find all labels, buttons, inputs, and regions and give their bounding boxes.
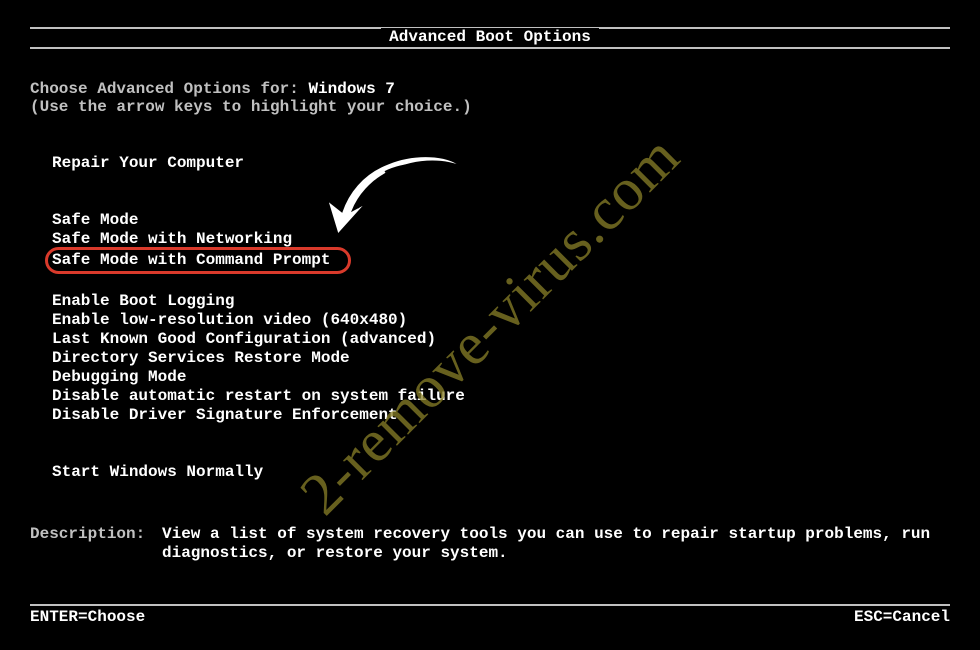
content-area: Choose Advanced Options for: Windows 7 (…: [30, 80, 950, 482]
description-block: Description: View a list of system recov…: [30, 525, 950, 563]
os-name: Windows 7: [308, 80, 394, 98]
menu-item-ds-restore[interactable]: Directory Services Restore Mode: [52, 349, 950, 368]
description-text: View a list of system recovery tools you…: [162, 525, 950, 563]
menu-item-low-res[interactable]: Enable low-resolution video (640x480): [52, 311, 950, 330]
menu-item-start-normally[interactable]: Start Windows Normally: [52, 463, 950, 482]
menu-item-repair[interactable]: Repair Your Computer: [52, 154, 950, 173]
menu-item-safe-mode-cmd-highlighted[interactable]: Safe Mode with Command Prompt: [52, 249, 950, 272]
menu-item-safe-mode-cmd[interactable]: Safe Mode with Command Prompt: [45, 247, 351, 274]
title-bar: Advanced Boot Options: [30, 27, 950, 49]
page-title: Advanced Boot Options: [381, 28, 599, 46]
description-label: Description:: [30, 525, 162, 563]
choose-prefix: Choose Advanced Options for:: [30, 80, 308, 98]
boot-menu: Repair Your Computer Safe Mode Safe Mode…: [52, 154, 950, 482]
menu-item-debugging[interactable]: Debugging Mode: [52, 368, 950, 387]
choose-line: Choose Advanced Options for: Windows 7: [30, 80, 950, 98]
footer-enter: ENTER=Choose: [30, 608, 145, 626]
footer-esc: ESC=Cancel: [854, 608, 950, 626]
menu-item-last-known-good[interactable]: Last Known Good Configuration (advanced): [52, 330, 950, 349]
menu-item-disable-driver-sig[interactable]: Disable Driver Signature Enforcement: [52, 406, 950, 425]
menu-item-boot-logging[interactable]: Enable Boot Logging: [52, 292, 950, 311]
hint-line: (Use the arrow keys to highlight your ch…: [30, 98, 950, 116]
menu-item-safe-mode[interactable]: Safe Mode: [52, 211, 950, 230]
footer-bar: ENTER=Choose ESC=Cancel: [30, 604, 950, 626]
menu-item-disable-auto-restart[interactable]: Disable automatic restart on system fail…: [52, 387, 950, 406]
